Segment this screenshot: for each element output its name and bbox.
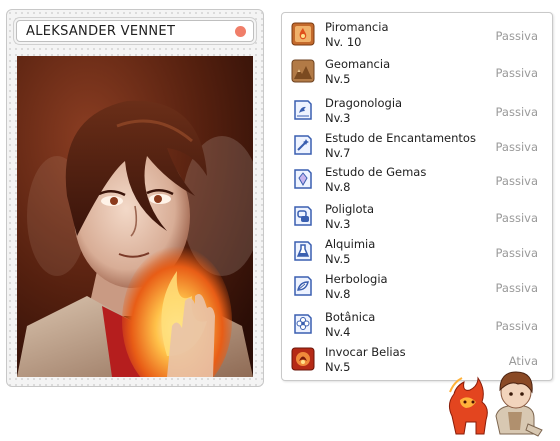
- summon-icon: [291, 347, 315, 371]
- skill-level: Nv. 10: [325, 35, 362, 49]
- skill-name: Alquimia: [325, 237, 376, 251]
- status-indicator: [235, 26, 246, 37]
- skill-level: Nv.4: [325, 325, 351, 339]
- potion-book-icon: [294, 241, 312, 261]
- chibi-sprite: [495, 371, 543, 437]
- skill-name: Poliglota: [325, 202, 375, 216]
- skill-name: Dragonologia: [325, 96, 403, 110]
- skill-level: Nv.8: [325, 180, 351, 194]
- skill-row-dragonologia[interactable]: Dragonologia Nv.3 Passiva: [282, 94, 552, 128]
- skill-type: Passiva: [495, 246, 539, 260]
- skill-name: Piromancia: [325, 20, 389, 34]
- skill-type: Passiva: [495, 66, 539, 80]
- skill-level: Nv.3: [325, 217, 351, 231]
- skill-name: Estudo de Gemas: [325, 165, 427, 179]
- skill-row-alquimia[interactable]: Alquimia Nv.5 Passiva: [282, 235, 552, 269]
- skill-name: Herbologia: [325, 272, 388, 286]
- skill-level: Nv.8: [325, 287, 351, 301]
- skill-name: Geomancia: [325, 57, 391, 71]
- character-name-bar: ALEKSANDER VENNET: [16, 20, 254, 42]
- fire-pet-sprite: [448, 376, 488, 435]
- portrait-illustration: [17, 56, 253, 377]
- skill-row-poliglota[interactable]: Poliglota Nv.3 Passiva: [282, 200, 552, 234]
- skill-row-encantamentos[interactable]: Estudo de Encantamentos Nv.7 Passiva: [282, 129, 552, 163]
- skill-row-gemas[interactable]: Estudo de Gemas Nv.8 Passiva: [282, 163, 552, 197]
- gem-book-icon: [294, 169, 312, 189]
- character-name: ALEKSANDER VENNET: [26, 24, 176, 39]
- dragon-book-icon: [294, 100, 312, 120]
- skill-row-geomancia[interactable]: Geomancia Nv.5 Passiva: [282, 55, 552, 89]
- skill-list-panel: Piromancia Nv. 10 Passiva Geomancia Nv.5…: [281, 12, 553, 381]
- skill-type: Passiva: [495, 29, 539, 43]
- skill-type: Passiva: [495, 281, 539, 295]
- earth-scroll-icon: [291, 59, 315, 83]
- skill-row-herbologia[interactable]: Herbologia Nv.8 Passiva: [282, 270, 552, 304]
- fire-scroll-icon: [291, 22, 315, 46]
- skill-type: Passiva: [495, 174, 539, 188]
- skill-type: Passiva: [495, 211, 539, 225]
- character-sprite-with-fire-pet: [448, 371, 543, 437]
- herb-book-icon: [294, 276, 312, 296]
- skill-name: Invocar Belias: [325, 345, 406, 359]
- skill-level: Nv.5: [325, 72, 351, 86]
- skill-name: Estudo de Encantamentos: [325, 131, 476, 145]
- skill-type: Passiva: [495, 140, 539, 154]
- skill-level: Nv.3: [325, 111, 351, 125]
- skill-level: Nv.7: [325, 146, 351, 160]
- skill-type: Passiva: [495, 319, 539, 333]
- skill-level: Nv.5: [325, 360, 351, 374]
- character-card: ALEKSANDER VENNET: [6, 9, 264, 387]
- skill-type: Passiva: [495, 105, 539, 119]
- skill-name: Botânica: [325, 310, 376, 324]
- flower-book-icon: [294, 314, 312, 334]
- skill-row-piromancia[interactable]: Piromancia Nv. 10 Passiva: [282, 18, 552, 52]
- skill-row-botanica[interactable]: Botânica Nv.4 Passiva: [282, 308, 552, 342]
- language-book-icon: [294, 206, 312, 226]
- character-portrait: [17, 56, 253, 377]
- enchant-book-icon: [294, 135, 312, 155]
- skill-level: Nv.5: [325, 252, 351, 266]
